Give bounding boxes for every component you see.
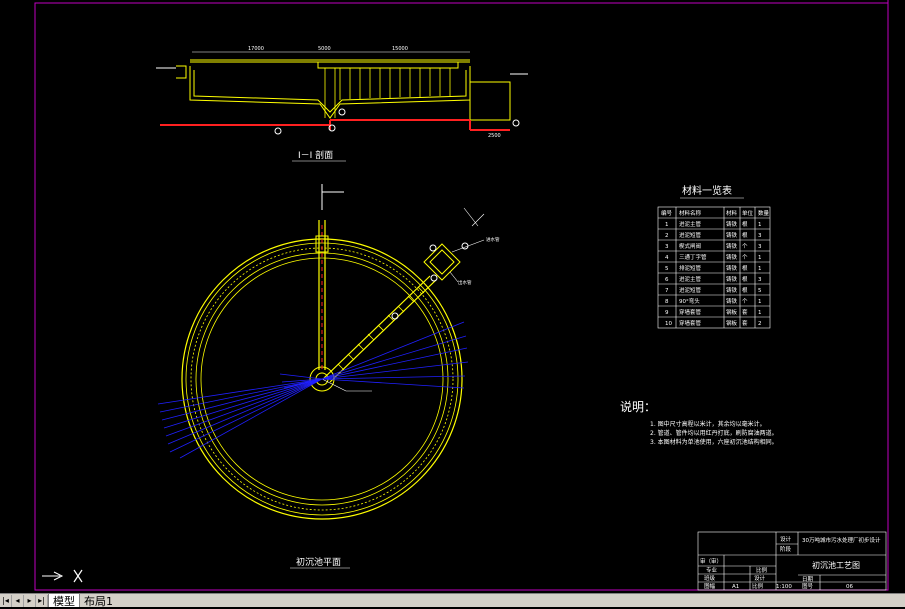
layout-tab-bar: |◂ ◂ ▸ ▸| 模型 布局1 (0, 593, 905, 608)
materials-cell: 5 (758, 288, 762, 294)
tb-class-label: 班级 (704, 574, 716, 582)
plan-title: 初沉池平面 (296, 556, 341, 568)
tb-scale-value: 1:100 (776, 584, 792, 590)
materials-cell: 根 (742, 220, 748, 228)
section-title: I－I 剖面 (298, 149, 333, 161)
materials-cell: 铸铁 (726, 242, 738, 250)
materials-cell: 铸铁 (726, 220, 738, 228)
notes-heading: 说明： (620, 399, 656, 414)
tb-scale-label: 比例 (752, 582, 764, 590)
materials-cell: 根 (742, 264, 748, 272)
materials-cell: 5 (665, 266, 669, 272)
materials-cell: 8 (665, 299, 669, 305)
plan-view: 进水管 出水管 (157, 184, 500, 520)
materials-cell: 进泥短管 (679, 231, 702, 239)
tb-stage-label: 阶段 (780, 545, 792, 553)
materials-cell: 个 (742, 254, 748, 261)
tb-design-label: 设计 (780, 535, 792, 543)
materials-cell: 根 (742, 286, 748, 294)
materials-cell: 钢板 (726, 308, 738, 316)
pipe-label-out: 出水管 (458, 279, 472, 286)
materials-cell: 铸铁 (726, 297, 738, 305)
tb-sheet-label: 图幅 (704, 582, 716, 590)
materials-cell: 铸铁 (726, 264, 738, 272)
first-tab-button[interactable]: |◂ (0, 594, 12, 607)
materials-cell: 楔式闸阀 (679, 242, 701, 250)
drawing-border (34, 2, 889, 591)
materials-cell: 进泥短管 (679, 286, 702, 294)
tb-review-label: 审（审） (700, 557, 722, 565)
section-dim-3: 15000 (392, 46, 408, 52)
materials-cell: 3 (665, 244, 669, 250)
materials-cell: 1 (758, 222, 762, 228)
tb-sheet-value: A1 (732, 584, 739, 590)
materials-cell: 穿墙套管 (679, 308, 702, 316)
materials-cell: 铸铁 (726, 286, 738, 294)
materials-cell: 穿墙套管 (679, 319, 702, 327)
materials-header: 数量 (758, 209, 770, 217)
section-dim-1: 17000 (248, 46, 264, 52)
materials-header: 单位 (742, 209, 754, 217)
materials-cell: 钢板 (726, 319, 738, 327)
materials-cell: 7 (665, 288, 669, 294)
tb-drawing-name: 初沉池工艺图 (812, 560, 860, 570)
materials-cell: 进泥主管 (679, 275, 702, 283)
ucs-icon (42, 569, 83, 583)
materials-cell: 6 (665, 277, 669, 283)
materials-cell: 1 (758, 266, 762, 272)
notes-line-2: 2. 管道、管件均以用红丹打底，刷防腐油两道。 (650, 429, 778, 437)
materials-cell: 排泥短管 (679, 264, 702, 272)
materials-table (657, 206, 771, 329)
last-tab-button[interactable]: ▸| (36, 594, 48, 607)
prev-tab-button[interactable]: ◂ (12, 594, 24, 607)
next-tab-button[interactable]: ▸ (24, 594, 36, 607)
materials-cell: 进泥主管 (679, 220, 702, 228)
materials-cell: 铸铁 (726, 275, 738, 283)
notes-line-1: 1. 图中尺寸高程以米计，其余均以毫米计。 (650, 420, 766, 428)
tab-layout1[interactable]: 布局1 (80, 594, 117, 608)
materials-cell: 1 (758, 310, 762, 316)
section-view: 17000 5000 15000 2500 (156, 46, 528, 139)
notes-line-3: 3. 本图材料为单池使用，六座初沉池结构相同。 (650, 438, 778, 446)
cad-drawing: 17000 5000 15000 2500 I－I 剖面 进水管 出水管 初沉池… (34, 0, 889, 591)
materials-cell: 90°弯头 (679, 297, 700, 305)
materials-cell: 1 (758, 299, 762, 305)
tb-drawing-no-label: 图号 (802, 582, 814, 590)
materials-header: 材料名称 (679, 209, 702, 217)
section-dim-4: 2500 (488, 133, 501, 139)
materials-cell: 1 (758, 255, 762, 261)
materials-cell: 2 (665, 233, 669, 239)
materials-cell: 3 (758, 244, 762, 250)
tb-design-label-2: 设计 (754, 574, 766, 582)
materials-cell: 3 (758, 277, 762, 283)
materials-cell: 3 (758, 233, 762, 239)
materials-cell: 套 (742, 308, 748, 316)
materials-cell: 个 (742, 243, 748, 250)
materials-title: 材料一览表 (682, 184, 732, 197)
section-dim-2: 5000 (318, 46, 331, 52)
materials-header: 材料 (726, 209, 738, 217)
drawing-canvas[interactable]: 17000 5000 15000 2500 I－I 剖面 进水管 出水管 初沉池… (0, 0, 905, 593)
tb-major-label: 专业 (706, 566, 718, 574)
materials-cell: 10 (665, 321, 672, 327)
tb-project-name: 30万吨城市污水处理厂初步设计 (802, 536, 881, 544)
materials-cell: 铸铁 (726, 231, 738, 239)
materials-header: 编号 (661, 209, 673, 217)
materials-cell: 根 (742, 275, 748, 283)
materials-cell: 套 (742, 319, 748, 327)
materials-cell: 1 (665, 222, 669, 228)
materials-cell: 2 (758, 321, 762, 327)
tb-drawing-no-value: 06 (846, 584, 853, 590)
materials-cell: 个 (742, 298, 748, 305)
pipe-label-in: 进水管 (486, 236, 500, 243)
materials-cell: 铸铁 (726, 253, 738, 261)
materials-cell: 4 (665, 255, 669, 261)
tb-date-label: 日期 (802, 576, 814, 583)
tb-scale-label-top: 比例 (756, 566, 768, 574)
materials-cell: 9 (665, 310, 669, 316)
tab-model[interactable]: 模型 (48, 594, 80, 608)
materials-cell: 三通丁字管 (679, 253, 707, 261)
materials-cell: 根 (742, 231, 748, 239)
